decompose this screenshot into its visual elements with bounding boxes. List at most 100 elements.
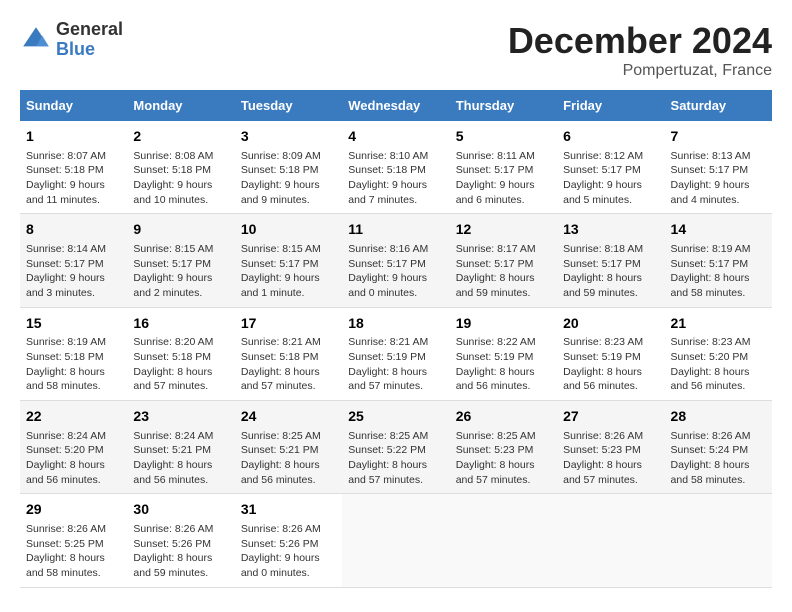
calendar-subtitle: Pompertuzat, France <box>508 62 772 80</box>
weekday-header-saturday: Saturday <box>665 90 772 121</box>
calendar-cell <box>557 494 664 587</box>
calendar-cell: 1Sunrise: 8:07 AM Sunset: 5:18 PM Daylig… <box>20 121 127 214</box>
calendar-table: SundayMondayTuesdayWednesdayThursdayFrid… <box>20 90 772 588</box>
day-number: 8 <box>26 220 121 240</box>
day-number: 3 <box>241 127 336 147</box>
calendar-cell: 18Sunrise: 8:21 AM Sunset: 5:19 PM Dayli… <box>342 307 449 400</box>
day-number: 10 <box>241 220 336 240</box>
day-number: 16 <box>133 314 228 334</box>
calendar-cell: 2Sunrise: 8:08 AM Sunset: 5:18 PM Daylig… <box>127 121 234 214</box>
day-info: Sunrise: 8:26 AM Sunset: 5:24 PM Dayligh… <box>671 429 766 488</box>
day-info: Sunrise: 8:20 AM Sunset: 5:18 PM Dayligh… <box>133 335 228 394</box>
weekday-header-thursday: Thursday <box>450 90 557 121</box>
day-info: Sunrise: 8:24 AM Sunset: 5:20 PM Dayligh… <box>26 429 121 488</box>
weekday-header-monday: Monday <box>127 90 234 121</box>
day-info: Sunrise: 8:22 AM Sunset: 5:19 PM Dayligh… <box>456 335 551 394</box>
calendar-cell: 25Sunrise: 8:25 AM Sunset: 5:22 PM Dayli… <box>342 401 449 494</box>
calendar-cell: 31Sunrise: 8:26 AM Sunset: 5:26 PM Dayli… <box>235 494 342 587</box>
logo-line1: General <box>56 20 123 40</box>
calendar-week-row: 1Sunrise: 8:07 AM Sunset: 5:18 PM Daylig… <box>20 121 772 214</box>
calendar-cell: 8Sunrise: 8:14 AM Sunset: 5:17 PM Daylig… <box>20 214 127 307</box>
day-number: 23 <box>133 407 228 427</box>
calendar-cell: 23Sunrise: 8:24 AM Sunset: 5:21 PM Dayli… <box>127 401 234 494</box>
day-info: Sunrise: 8:26 AM Sunset: 5:26 PM Dayligh… <box>133 522 228 581</box>
day-info: Sunrise: 8:23 AM Sunset: 5:20 PM Dayligh… <box>671 335 766 394</box>
day-number: 2 <box>133 127 228 147</box>
day-number: 29 <box>26 500 121 520</box>
day-info: Sunrise: 8:11 AM Sunset: 5:17 PM Dayligh… <box>456 149 551 208</box>
calendar-week-row: 22Sunrise: 8:24 AM Sunset: 5:20 PM Dayli… <box>20 401 772 494</box>
day-number: 27 <box>563 407 658 427</box>
day-number: 31 <box>241 500 336 520</box>
weekday-header-tuesday: Tuesday <box>235 90 342 121</box>
calendar-cell: 11Sunrise: 8:16 AM Sunset: 5:17 PM Dayli… <box>342 214 449 307</box>
calendar-cell <box>342 494 449 587</box>
day-info: Sunrise: 8:21 AM Sunset: 5:19 PM Dayligh… <box>348 335 443 394</box>
day-info: Sunrise: 8:14 AM Sunset: 5:17 PM Dayligh… <box>26 242 121 301</box>
day-number: 9 <box>133 220 228 240</box>
day-number: 30 <box>133 500 228 520</box>
calendar-cell: 10Sunrise: 8:15 AM Sunset: 5:17 PM Dayli… <box>235 214 342 307</box>
calendar-cell: 20Sunrise: 8:23 AM Sunset: 5:19 PM Dayli… <box>557 307 664 400</box>
day-info: Sunrise: 8:19 AM Sunset: 5:17 PM Dayligh… <box>671 242 766 301</box>
calendar-cell: 12Sunrise: 8:17 AM Sunset: 5:17 PM Dayli… <box>450 214 557 307</box>
day-info: Sunrise: 8:25 AM Sunset: 5:21 PM Dayligh… <box>241 429 336 488</box>
day-number: 7 <box>671 127 766 147</box>
day-info: Sunrise: 8:08 AM Sunset: 5:18 PM Dayligh… <box>133 149 228 208</box>
day-number: 18 <box>348 314 443 334</box>
day-info: Sunrise: 8:17 AM Sunset: 5:17 PM Dayligh… <box>456 242 551 301</box>
day-info: Sunrise: 8:12 AM Sunset: 5:17 PM Dayligh… <box>563 149 658 208</box>
calendar-week-row: 15Sunrise: 8:19 AM Sunset: 5:18 PM Dayli… <box>20 307 772 400</box>
logo-text: General Blue <box>56 20 123 60</box>
calendar-cell: 5Sunrise: 8:11 AM Sunset: 5:17 PM Daylig… <box>450 121 557 214</box>
day-number: 17 <box>241 314 336 334</box>
day-info: Sunrise: 8:26 AM Sunset: 5:26 PM Dayligh… <box>241 522 336 581</box>
day-number: 12 <box>456 220 551 240</box>
calendar-cell: 30Sunrise: 8:26 AM Sunset: 5:26 PM Dayli… <box>127 494 234 587</box>
weekday-header-wednesday: Wednesday <box>342 90 449 121</box>
weekday-header-friday: Friday <box>557 90 664 121</box>
day-number: 24 <box>241 407 336 427</box>
day-info: Sunrise: 8:13 AM Sunset: 5:17 PM Dayligh… <box>671 149 766 208</box>
day-info: Sunrise: 8:16 AM Sunset: 5:17 PM Dayligh… <box>348 242 443 301</box>
calendar-cell: 17Sunrise: 8:21 AM Sunset: 5:18 PM Dayli… <box>235 307 342 400</box>
day-info: Sunrise: 8:15 AM Sunset: 5:17 PM Dayligh… <box>241 242 336 301</box>
page-header: General Blue December 2024 Pompertuzat, … <box>20 20 772 80</box>
day-info: Sunrise: 8:26 AM Sunset: 5:23 PM Dayligh… <box>563 429 658 488</box>
day-number: 15 <box>26 314 121 334</box>
calendar-cell: 24Sunrise: 8:25 AM Sunset: 5:21 PM Dayli… <box>235 401 342 494</box>
day-number: 20 <box>563 314 658 334</box>
calendar-cell: 28Sunrise: 8:26 AM Sunset: 5:24 PM Dayli… <box>665 401 772 494</box>
day-number: 6 <box>563 127 658 147</box>
calendar-cell: 4Sunrise: 8:10 AM Sunset: 5:18 PM Daylig… <box>342 121 449 214</box>
calendar-cell <box>450 494 557 587</box>
calendar-cell: 3Sunrise: 8:09 AM Sunset: 5:18 PM Daylig… <box>235 121 342 214</box>
day-number: 19 <box>456 314 551 334</box>
calendar-cell: 21Sunrise: 8:23 AM Sunset: 5:20 PM Dayli… <box>665 307 772 400</box>
calendar-cell: 14Sunrise: 8:19 AM Sunset: 5:17 PM Dayli… <box>665 214 772 307</box>
weekday-header-row: SundayMondayTuesdayWednesdayThursdayFrid… <box>20 90 772 121</box>
logo-icon <box>20 24 52 56</box>
calendar-cell: 19Sunrise: 8:22 AM Sunset: 5:19 PM Dayli… <box>450 307 557 400</box>
day-info: Sunrise: 8:23 AM Sunset: 5:19 PM Dayligh… <box>563 335 658 394</box>
day-info: Sunrise: 8:07 AM Sunset: 5:18 PM Dayligh… <box>26 149 121 208</box>
day-number: 14 <box>671 220 766 240</box>
day-number: 22 <box>26 407 121 427</box>
day-number: 26 <box>456 407 551 427</box>
logo: General Blue <box>20 20 123 60</box>
day-number: 21 <box>671 314 766 334</box>
day-info: Sunrise: 8:15 AM Sunset: 5:17 PM Dayligh… <box>133 242 228 301</box>
day-info: Sunrise: 8:25 AM Sunset: 5:23 PM Dayligh… <box>456 429 551 488</box>
day-number: 25 <box>348 407 443 427</box>
day-number: 13 <box>563 220 658 240</box>
day-number: 4 <box>348 127 443 147</box>
day-number: 28 <box>671 407 766 427</box>
calendar-cell: 16Sunrise: 8:20 AM Sunset: 5:18 PM Dayli… <box>127 307 234 400</box>
day-info: Sunrise: 8:18 AM Sunset: 5:17 PM Dayligh… <box>563 242 658 301</box>
calendar-cell: 27Sunrise: 8:26 AM Sunset: 5:23 PM Dayli… <box>557 401 664 494</box>
calendar-cell: 22Sunrise: 8:24 AM Sunset: 5:20 PM Dayli… <box>20 401 127 494</box>
day-info: Sunrise: 8:25 AM Sunset: 5:22 PM Dayligh… <box>348 429 443 488</box>
calendar-week-row: 8Sunrise: 8:14 AM Sunset: 5:17 PM Daylig… <box>20 214 772 307</box>
calendar-cell: 7Sunrise: 8:13 AM Sunset: 5:17 PM Daylig… <box>665 121 772 214</box>
day-info: Sunrise: 8:10 AM Sunset: 5:18 PM Dayligh… <box>348 149 443 208</box>
